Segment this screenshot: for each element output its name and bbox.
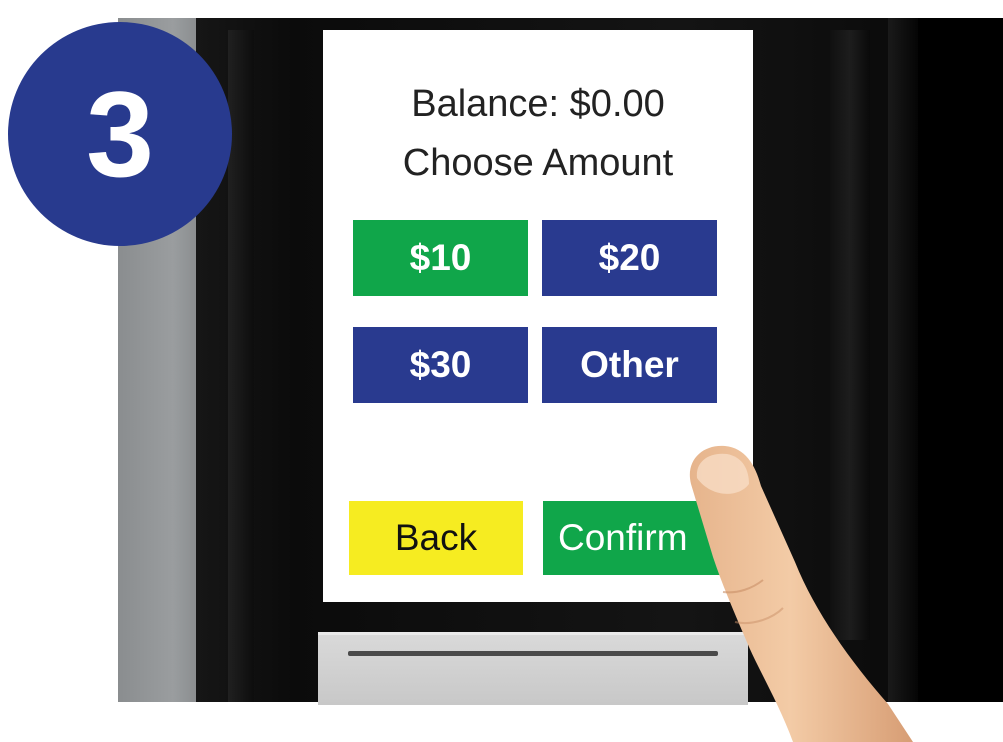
amount-20-button[interactable]: $20 [542,220,717,296]
step-number-badge: 3 [8,22,232,246]
kiosk-frame-right [888,18,918,702]
confirm-button[interactable]: Confirm [543,501,721,575]
choose-amount-prompt: Choose Amount [402,142,674,184]
amount-10-button[interactable]: $10 [353,220,528,296]
card-slot-opening [348,651,718,656]
kiosk-screen: Balance: $0.00 Choose Amount $10 $20 $30… [323,30,753,602]
back-button[interactable]: Back [349,501,523,575]
kiosk-bezel-right [830,30,870,640]
amount-30-button[interactable]: $30 [353,327,528,403]
balance-label: Balance: $0.00 [411,83,665,125]
kiosk-edge [918,18,1003,702]
amount-other-button[interactable]: Other [542,327,717,403]
card-slot [318,632,748,705]
